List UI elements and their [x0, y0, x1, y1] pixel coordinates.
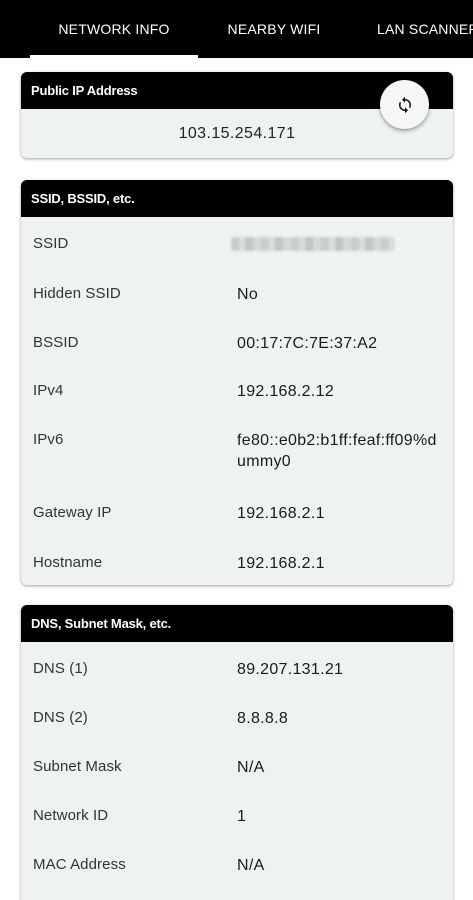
bssid-label: BSSID [33, 334, 79, 351]
hostname-label: Hostname [33, 554, 103, 571]
network-id-label: Network ID [33, 807, 109, 824]
ipv4-value: 192.168.2.12 [237, 383, 335, 400]
dns1-value: 89.207.131.21 [237, 661, 344, 678]
selected-tab-indicator [30, 55, 198, 58]
dns2-label: DNS (2) [33, 709, 88, 726]
ipv6-value: fe80::e0b2:b1ff:feaf:ff09%dummy0 [237, 432, 437, 470]
subnet-mask-label: Subnet Mask [33, 758, 122, 775]
hidden-ssid-label: Hidden SSID [33, 285, 121, 302]
dns-card-title: DNS, Subnet Mask, etc. [21, 605, 453, 642]
network-id-value: 1 [237, 808, 247, 825]
hidden-ssid-value: No [237, 286, 259, 303]
ssid-card-title: SSID, BSSID, etc. [21, 180, 453, 217]
dns1-label: DNS (1) [33, 660, 88, 677]
tab-lan-scanner[interactable]: LAN SCANNER [350, 0, 473, 58]
ssid-label: SSID [33, 235, 69, 252]
tab-nearby-wifi[interactable]: NEARBY WIFI [198, 0, 350, 58]
public-ip-value: 103.15.254.171 [178, 125, 296, 142]
ipv4-label: IPv4 [33, 382, 64, 399]
gateway-ip-value: 192.168.2.1 [237, 505, 325, 522]
dns-card: DNS, Subnet Mask, etc. DNS (1) 89.207.13… [21, 605, 453, 900]
mac-address-label: MAC Address [33, 856, 126, 873]
tab-network-info[interactable]: NETWORK INFO [30, 0, 198, 58]
ssid-card: SSID, BSSID, etc. SSID Hidden SSID No BS… [21, 180, 453, 585]
refresh-icon [398, 96, 411, 113]
dns2-value: 8.8.8.8 [237, 710, 289, 727]
bssid-value: 00:17:7C:7E:37:A2 [237, 335, 378, 352]
refresh-button[interactable] [380, 80, 429, 129]
gateway-ip-label: Gateway IP [33, 504, 112, 521]
ipv6-label: IPv6 [33, 431, 64, 448]
tab-bar: NETWORK INFO NEARBY WIFI LAN SCANNER [0, 0, 473, 58]
ssid-value-redacted [231, 237, 395, 251]
subnet-mask-value: N/A [237, 759, 265, 776]
hostname-value: 192.168.2.1 [237, 555, 325, 572]
mac-address-value: N/A [237, 857, 265, 874]
